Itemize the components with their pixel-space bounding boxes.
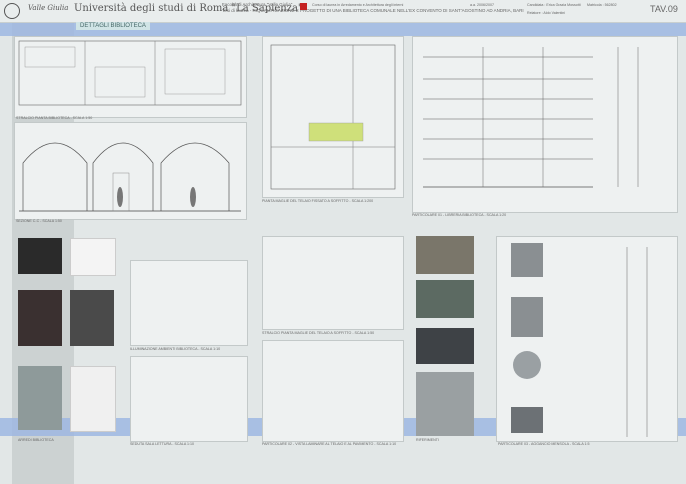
panel-floor-detail [262, 340, 404, 442]
thesis-board: Valle Giulia Università degli studi di R… [0, 0, 686, 484]
label-references: RIFERIMENTI [416, 438, 439, 442]
bracket-drawing [511, 243, 648, 437]
photo-red-object [70, 366, 116, 432]
red-marker-icon [300, 3, 307, 10]
panel-lighting [130, 260, 248, 346]
candidate: Candidata : Erica Grazia Mossotti [527, 3, 581, 7]
panel-bracket-detail [496, 236, 678, 442]
panel-seat [130, 356, 248, 442]
panel-shelf-detail [412, 36, 678, 213]
photo-reference-1 [416, 236, 474, 274]
photo-glass-table [70, 238, 116, 276]
header-bar: Valle Giulia Università degli studi di R… [0, 0, 686, 23]
panel-plan [14, 36, 247, 118]
photo-reference-4 [416, 372, 474, 436]
matricola: Matricola : 562802 [587, 3, 617, 7]
course-name: Corso di laurea in Arredamento e Archite… [312, 3, 404, 7]
grid-drawing [270, 44, 396, 190]
photo-reference-3 [416, 328, 474, 364]
photo-bookcase [18, 366, 62, 430]
faculty-logo: Valle Giulia [28, 4, 69, 12]
label-shelf-detail: PARTICOLARE 01 - LIBRERIA BIBLIOTECA - S… [412, 213, 507, 217]
section-title: DETTAGLI BIBLIOTECA [76, 22, 150, 30]
photo-metal-chair [70, 290, 114, 346]
university-seal-icon [4, 3, 20, 19]
label-lighting: ILLUMINAZIONE AMBIENTI BIBLIOTECA - SCAL… [130, 347, 221, 351]
label-bracket-detail: PARTICOLARE 03 - AGGANCIO MENSOLA - SCAL… [498, 442, 590, 446]
label-section: SEZIONE C-C - SCALA 1:50 [16, 219, 62, 223]
panel-section [14, 122, 247, 220]
label-floor-detail: PARTICOLARE 02 - VISTA LAMINARE AL TELAI… [262, 442, 397, 446]
relatore: Relatore : Aldo Valentini [527, 11, 566, 15]
panel-ceiling-frame [262, 236, 404, 330]
photo-reference-2 [416, 280, 474, 318]
label-grid-plan: PIANTA MAGLIE DEL TELAIO FISSATO A SOFFI… [262, 199, 374, 203]
plan-drawing [18, 40, 242, 106]
shelf-drawing [423, 47, 639, 188]
photo-shelf-red [18, 290, 62, 346]
label-ceiling-frame: STRALCIO PIANTA MAGLIE DEL TELAIO A SOFF… [262, 331, 375, 335]
sheet-number: TAV.09 [650, 4, 678, 14]
label-seat: SEDUTA SALA LETTURA - SCALA 1:10 [130, 442, 195, 446]
academic-year: a.a. 2006/2007 [470, 3, 494, 7]
label-plan: STRALCIO PIANTA BIBLIOTECA - SCALA 1:50 [16, 116, 93, 120]
photo-barcelona-chair [18, 238, 62, 274]
label-furniture: ARREDI BIBLIOTECA [18, 438, 54, 442]
panel-grid-plan [262, 36, 404, 198]
section-drawing [19, 142, 241, 212]
